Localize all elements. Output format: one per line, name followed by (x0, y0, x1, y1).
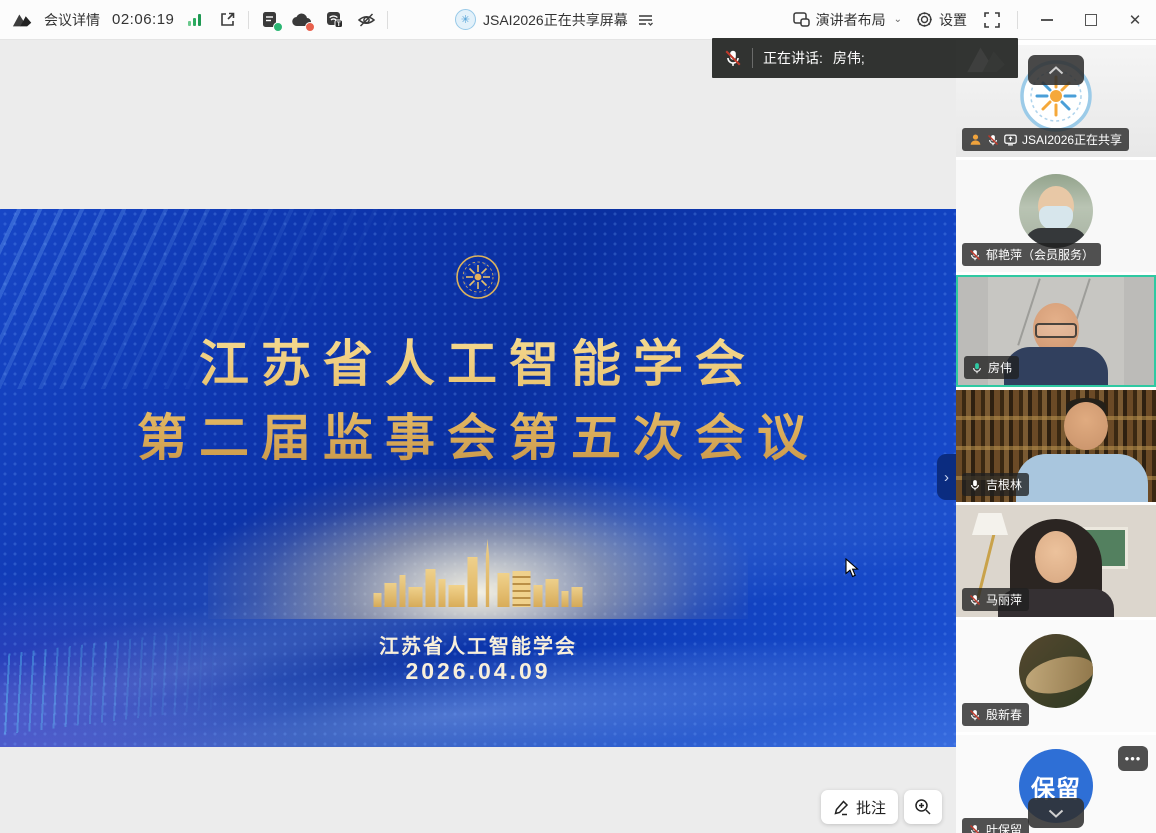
speaking-names: 房伟; (833, 48, 865, 68)
participant-label: 吉根林 (962, 473, 1029, 496)
sidebar-scroll-down-button[interactable] (1028, 798, 1084, 828)
participant-glasses (1035, 323, 1077, 338)
participant-tile-fangwei[interactable]: 房伟 (956, 275, 1156, 387)
participant-name: 吉根林 (986, 476, 1022, 493)
sharing-status-text: JSAI2026正在共享屏幕 (483, 10, 628, 30)
presentation-slide: 江苏省人工智能学会 第二届监事会第五次会议 (0, 209, 956, 747)
settings-button[interactable]: 设置 (916, 10, 967, 30)
watermark-logo-icon (964, 42, 1012, 77)
titlebar: 会议详情 02:06:19 T (0, 0, 1156, 40)
mic-on-icon (969, 479, 981, 491)
meeting-details-link[interactable]: 会议详情 (44, 10, 100, 30)
zoom-in-button[interactable] (904, 790, 942, 824)
window-controls: ✕ (1038, 11, 1144, 29)
titlebar-left: 会议详情 02:06:19 T (0, 9, 388, 31)
annotate-label: 批注 (856, 797, 886, 818)
popout-window-icon[interactable] (216, 9, 238, 31)
speaking-prefix: 正在讲话: (763, 48, 823, 68)
participant-name: JSAI2026正在共享 (1022, 131, 1122, 148)
participant-tile-yinxinchun[interactable]: 殷新春 (956, 620, 1156, 732)
photo-avatar (1019, 634, 1093, 708)
participants-sidebar: JSAI2026正在共享 郁艳萍（会员服务） 房伟 (956, 40, 1156, 833)
mic-muted-icon (987, 134, 999, 146)
participant-tile-yuyanping[interactable]: 郁艳萍（会员服务） (956, 160, 1156, 272)
slide-footer-date: 2026.04.09 (0, 658, 956, 685)
meeting-window: 会议详情 02:06:19 T (0, 0, 1156, 833)
sidebar-scroll-up-button[interactable] (1028, 55, 1084, 85)
chevron-down-icon: ⌄ (894, 14, 902, 25)
app-logo-icon (12, 9, 34, 31)
layout-switch-button[interactable]: 演讲者布局 ⌄ (793, 10, 902, 30)
close-button[interactable]: ✕ (1126, 11, 1144, 29)
mouse-cursor (845, 558, 859, 578)
meeting-doc-icon[interactable] (259, 9, 281, 31)
magnifier-plus-icon (914, 798, 932, 816)
mic-muted-icon (969, 594, 981, 606)
hide-view-icon[interactable] (355, 9, 377, 31)
participant-label: 马丽萍 (962, 588, 1029, 611)
sidebar-collapse-handle[interactable]: › (937, 454, 956, 500)
participant-body (1016, 454, 1148, 502)
shared-screen-stage: 江苏省人工智能学会 第二届监事会第五次会议 (0, 40, 956, 833)
participant-name: 叶保留 (986, 821, 1022, 833)
mic-muted-icon (724, 49, 742, 67)
banner-divider (752, 48, 753, 68)
cloud-status-dot (305, 22, 315, 32)
participant-face (1035, 531, 1077, 583)
participant-body (1004, 347, 1108, 387)
titlebar-divider (248, 11, 249, 29)
minimize-button[interactable] (1038, 11, 1056, 29)
sharing-list-icon[interactable] (635, 9, 657, 31)
participant-label: 房伟 (964, 356, 1019, 379)
titlebar-divider (387, 11, 388, 29)
participant-label: JSAI2026正在共享 (962, 128, 1129, 151)
slide-title: 江苏省人工智能学会 第二届监事会第五次会议 (0, 327, 956, 475)
participant-tile-maliping[interactable]: 马丽萍 (956, 505, 1156, 617)
host-person-icon (969, 133, 982, 146)
speaking-banner: 正在讲话: 房伟; (712, 38, 1018, 78)
settings-button-label: 设置 (939, 10, 967, 30)
mic-muted-icon (969, 824, 981, 833)
layout-button-label: 演讲者布局 (816, 10, 886, 30)
titlebar-divider (1017, 11, 1018, 29)
live-transcript-icon[interactable]: T (323, 9, 345, 31)
video-edge (1124, 277, 1154, 385)
doc-status-dot (273, 22, 283, 32)
participant-label: 郁艳萍（会员服务） (962, 243, 1101, 266)
sharing-status-group[interactable]: ✳ JSAI2026正在共享屏幕 (455, 9, 657, 31)
slide-title-line1: 江苏省人工智能学会 (0, 327, 956, 401)
participant-label: 叶保留 (962, 818, 1029, 833)
mic-muted-icon (969, 249, 981, 261)
titlebar-right: 演讲者布局 ⌄ 设置 ✕ (793, 9, 1144, 31)
participant-name: 殷新春 (986, 706, 1022, 723)
participant-label: 殷新春 (962, 703, 1029, 726)
fullscreen-icon[interactable] (981, 9, 1003, 31)
svg-text:T: T (337, 21, 341, 28)
society-emblem-icon (454, 253, 502, 301)
participant-more-button[interactable]: ••• (1118, 746, 1148, 771)
slide-footer-org: 江苏省人工智能学会 (0, 630, 956, 659)
participant-name: 郁艳萍（会员服务） (986, 246, 1094, 263)
mic-active-icon (971, 362, 983, 374)
slide-title-line2: 第二届监事会第五次会议 (0, 401, 956, 475)
maximize-button[interactable] (1082, 11, 1100, 29)
network-signal-icon[interactable] (184, 9, 206, 31)
chevron-down-icon (1048, 809, 1064, 818)
photo-avatar (1019, 174, 1093, 248)
mic-muted-icon (969, 709, 981, 721)
pencil-icon (833, 799, 850, 816)
meeting-timer: 02:06:19 (112, 11, 174, 28)
participant-name: 马丽萍 (986, 591, 1022, 608)
participant-face (1064, 402, 1108, 450)
screen-share-icon (1004, 134, 1017, 146)
chevron-up-icon (1048, 66, 1064, 75)
participant-tile-jigenlin[interactable]: 吉根林 (956, 390, 1156, 502)
sharer-avatar-badge: ✳ (455, 9, 476, 30)
cloud-recording-icon[interactable] (291, 9, 313, 31)
annotate-button[interactable]: 批注 (821, 790, 898, 824)
share-float-toolbar: 批注 (821, 790, 942, 824)
participant-name: 房伟 (988, 359, 1012, 376)
city-skyline-silhouette (374, 539, 583, 607)
